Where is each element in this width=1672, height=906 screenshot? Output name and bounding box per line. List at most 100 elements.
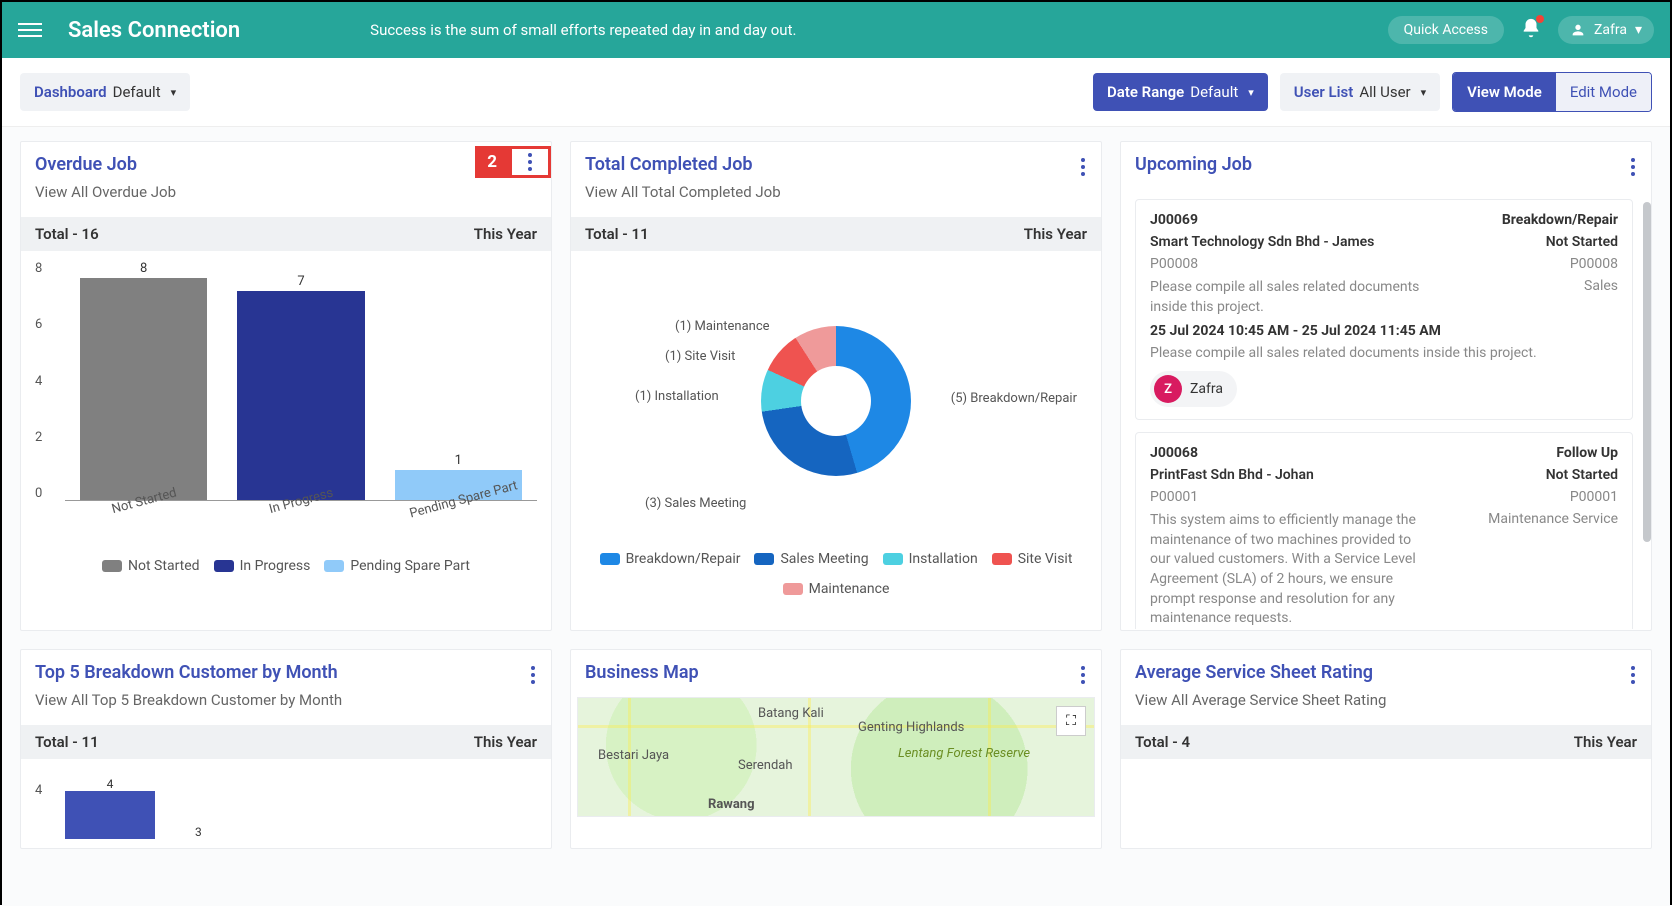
view-mode-button[interactable]: View Mode [1453, 73, 1556, 111]
annotation-outline [509, 146, 551, 178]
bar-in-progress[interactable]: 7 [230, 261, 372, 500]
fullscreen-icon[interactable]: ⛶ [1056, 706, 1086, 736]
widget-menu-icon[interactable] [1075, 660, 1091, 690]
menu-icon[interactable] [18, 18, 42, 42]
job-code-left: P00001 [1150, 489, 1198, 505]
card-title: Top 5 Breakdown Customer by Month [35, 662, 537, 683]
overdue-bar-chart: 02468 8 7 1 [35, 261, 537, 620]
job-type: Follow Up [1556, 445, 1618, 461]
chevron-down-icon: ▾ [1635, 22, 1642, 38]
card-subtitle-link[interactable]: View All Overdue Job [35, 183, 537, 201]
bar-pending-spare-part[interactable]: 1 [388, 261, 530, 500]
legend-item[interactable]: In Progress [214, 558, 311, 574]
dashboard-value: Default [113, 83, 161, 101]
card-subtitle-link[interactable]: View All Top 5 Breakdown Customer by Mon… [35, 691, 537, 709]
map-place-label: Genting Highlands [858, 720, 964, 735]
legend-item[interactable]: Breakdown/Repair [600, 551, 741, 567]
user-list-selector[interactable]: User List All User ▾ [1280, 73, 1440, 111]
widget-menu-icon[interactable] [1075, 152, 1091, 182]
widget-menu-icon[interactable] [1625, 152, 1641, 182]
donut-chart[interactable] [761, 326, 911, 476]
period-label: This Year [1024, 225, 1087, 243]
job-code-left: P00008 [1150, 256, 1198, 272]
job-status: Not Started [1546, 467, 1618, 483]
chevron-down-icon: ▾ [1421, 86, 1427, 99]
scrollbar[interactable] [1643, 202, 1651, 542]
card-title: Upcoming Job [1135, 154, 1637, 175]
job-code-right: P00001 [1570, 489, 1618, 505]
user-name: Zafra [1594, 22, 1627, 38]
date-range-value: Default [1190, 83, 1238, 101]
user-list-value: All User [1359, 83, 1410, 101]
map-place-label: Lentang Forest Reserve [898, 746, 1030, 761]
card-total-bar: Total - 11 This Year [571, 217, 1101, 251]
map-view[interactable]: ⛶ Batang Kali Genting Highlands Lentang … [577, 697, 1095, 817]
map-place-label: Serendah [738, 758, 793, 773]
card-subtitle-link[interactable]: View All Average Service Sheet Rating [1135, 691, 1637, 709]
job-id: J00068 [1150, 445, 1198, 461]
widget-menu-icon[interactable] [525, 660, 541, 690]
legend-item[interactable]: Pending Spare Part [324, 558, 470, 574]
card-subtitle-link[interactable]: View All Total Completed Job [585, 183, 1087, 201]
job-desc: Please compile all sales related documen… [1150, 278, 1431, 317]
legend-item[interactable]: Installation [883, 551, 978, 567]
legend-item[interactable]: Site Visit [992, 551, 1073, 567]
job-card[interactable]: J00069Breakdown/Repair Smart Technology … [1135, 199, 1633, 420]
map-place-label: Rawang [708, 797, 755, 812]
chart-legend: Not Started In Progress Pending Spare Pa… [35, 558, 537, 574]
legend-item[interactable]: Maintenance [783, 581, 890, 597]
card-title: Overdue Job [35, 154, 537, 175]
slice-label: (1) Maintenance [675, 319, 770, 334]
widget-menu-icon[interactable] [528, 153, 532, 171]
annotation-callout: 2 [475, 146, 551, 178]
job-card[interactable]: J00068Follow Up PrintFast Sdn Bhd - Joha… [1135, 432, 1633, 629]
period-label: This Year [474, 733, 537, 751]
card-title: Business Map [585, 662, 1087, 683]
card-overdue-job: 2 Overdue Job View All Overdue Job Total… [20, 141, 552, 631]
avatar: Z [1154, 375, 1182, 403]
user-icon [1570, 22, 1586, 38]
quick-access-button[interactable]: Quick Access [1388, 16, 1504, 44]
map-place-label: Batang Kali [758, 706, 824, 721]
date-range-label: Date Range [1107, 83, 1184, 101]
legend-item[interactable]: Sales Meeting [754, 551, 868, 567]
job-type: Breakdown/Repair [1502, 212, 1618, 228]
card-title: Average Service Sheet Rating [1135, 662, 1637, 683]
job-code-right: P00008 [1570, 256, 1618, 272]
slice-label: (1) Site Visit [665, 349, 735, 364]
total-label: Total - 4 [1135, 733, 1190, 751]
bar-not-started[interactable]: 8 [73, 261, 215, 500]
card-completed-job: Total Completed Job View All Total Compl… [570, 141, 1102, 631]
legend-item[interactable]: Not Started [102, 558, 200, 574]
notifications-icon[interactable] [1520, 17, 1542, 43]
user-list-label: User List [1294, 83, 1354, 101]
y-axis: 02468 [35, 261, 42, 501]
job-status: Not Started [1546, 234, 1618, 250]
card-total-bar: Total - 16 This Year [21, 217, 551, 251]
edit-mode-button[interactable]: Edit Mode [1556, 73, 1651, 111]
x-axis-labels: Not Started In Progress Pending Spare Pa… [35, 507, 537, 522]
job-tag: Maintenance Service [1488, 511, 1618, 629]
card-total-bar: Total - 11 This Year [21, 725, 551, 759]
control-bar: Dashboard Default ▾ Date Range Default ▾… [2, 58, 1670, 127]
job-id: J00069 [1150, 212, 1198, 228]
topbar: Sales Connection Success is the sum of s… [2, 2, 1670, 58]
widget-menu-icon[interactable] [1625, 660, 1641, 690]
upcoming-job-list[interactable]: J00069Breakdown/Repair Smart Technology … [1135, 199, 1633, 629]
slice-label: (1) Installation [635, 389, 719, 404]
chart-legend: Breakdown/Repair Sales Meeting Installat… [585, 551, 1087, 597]
bar[interactable] [65, 791, 155, 839]
assignee-name: Zafra [1190, 381, 1223, 397]
date-range-selector[interactable]: Date Range Default ▾ [1093, 73, 1268, 111]
dashboard-selector[interactable]: Dashboard Default ▾ [20, 73, 190, 111]
card-title: Total Completed Job [585, 154, 1087, 175]
completed-donut-chart: (5) Breakdown/Repair (3) Sales Meeting (… [585, 261, 1087, 620]
total-label: Total - 16 [35, 225, 99, 243]
user-menu[interactable]: Zafra ▾ [1558, 16, 1654, 44]
job-tag: Sales [1584, 278, 1618, 317]
dashboard-label: Dashboard [34, 83, 107, 101]
assignee-chip[interactable]: Z Zafra [1150, 371, 1237, 407]
dashboard-grid: 2 Overdue Job View All Overdue Job Total… [2, 127, 1670, 906]
app-title: Sales Connection [68, 18, 240, 43]
card-total-bar: Total - 4 This Year [1121, 725, 1651, 759]
